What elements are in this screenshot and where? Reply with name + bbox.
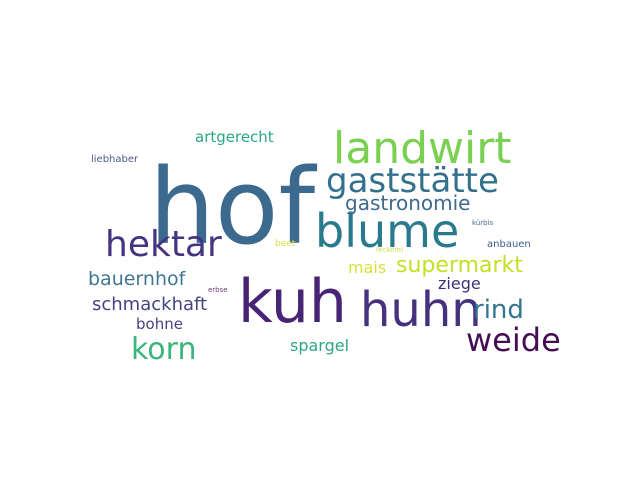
word-rind: rind [473,295,524,325]
word-bauernhof: bauernhof [88,268,187,290]
word-hektar: hektar [105,224,222,265]
word-spargel: spargel [290,336,349,355]
word-ziege: ziege [438,274,481,293]
word-liebhaber: liebhaber [91,154,139,165]
word-gastronomie: gastronomie [345,191,471,215]
word-schmackhaft: schmackhaft [92,294,207,315]
word-kuh: kuh [238,267,347,337]
word-mais: mais [348,258,386,277]
word-bohne: bohne [136,315,183,333]
word-weide: weide [466,321,561,359]
word-erbse: erbse [208,286,228,294]
word-artgerecht: artgerecht [195,128,274,146]
word-kuerbis: kürbis [472,219,494,227]
word-leckerei: leckerei [376,246,403,254]
word-cloud: hof landwirt gaststätte blume hektar kuh… [88,123,561,367]
word-korn: korn [131,332,196,367]
word-beet: beet [275,239,296,249]
word-anbauen: anbauen [487,239,531,250]
